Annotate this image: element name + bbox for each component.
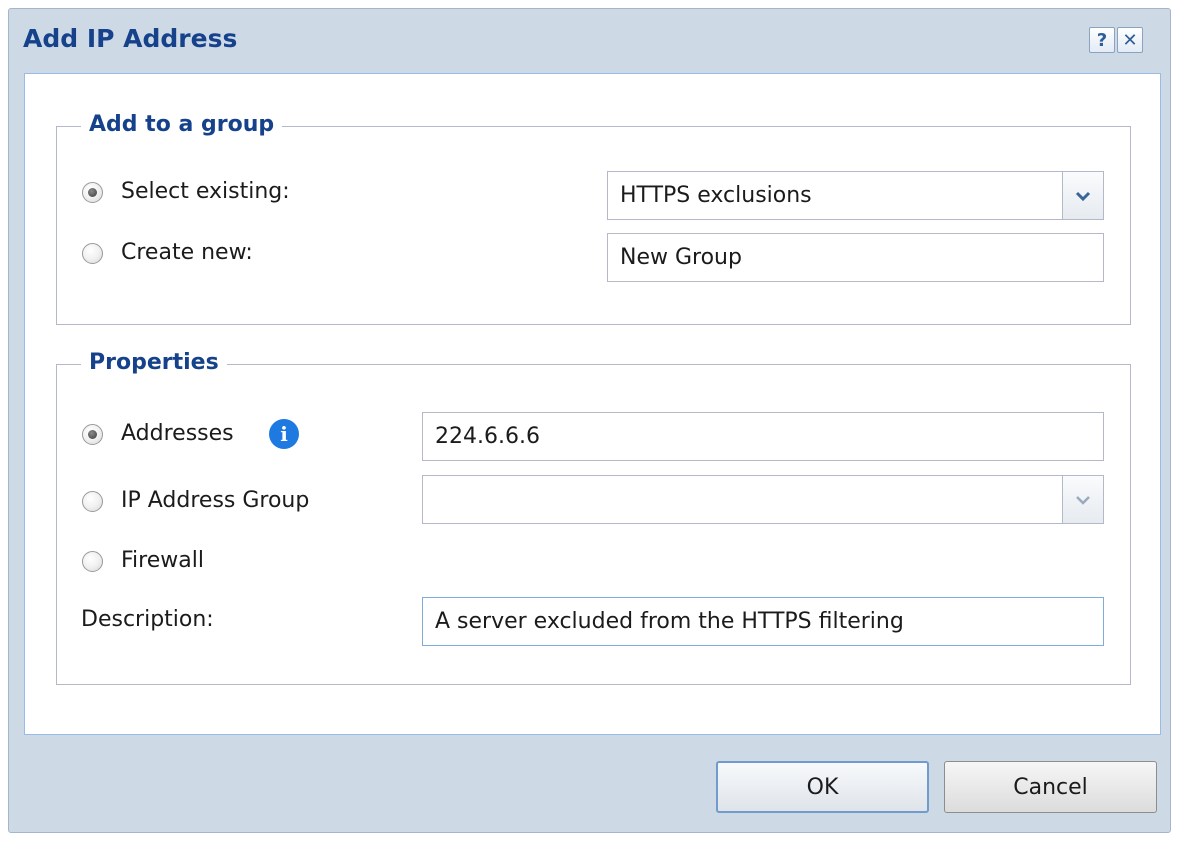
new-group-input[interactable]: New Group	[607, 233, 1104, 282]
select-existing-label[interactable]: Select existing:	[121, 179, 290, 205]
description-label: Description:	[81, 607, 214, 632]
cancel-button[interactable]: Cancel	[944, 761, 1157, 813]
properties-fieldset: Properties Addresses i 224.6.6.6 IP Addr…	[56, 349, 1131, 685]
add-to-group-legend: Add to a group	[81, 111, 283, 139]
dialog-body: Add to a group Select existing: HTTPS ex…	[24, 73, 1161, 735]
addresses-input[interactable]: 224.6.6.6	[422, 412, 1104, 461]
add-ip-address-dialog: Add IP Address ? ✕ Add to a group Select…	[8, 8, 1171, 833]
add-to-group-fieldset: Add to a group Select existing: HTTPS ex…	[56, 111, 1131, 325]
help-icon[interactable]: ?	[1089, 27, 1115, 53]
chevron-down-icon[interactable]	[1062, 476, 1103, 523]
existing-group-value: HTTPS exclusions	[620, 183, 812, 208]
addresses-label[interactable]: Addresses	[121, 421, 234, 447]
addresses-radio[interactable]	[82, 424, 103, 445]
create-new-label[interactable]: Create new:	[121, 240, 253, 266]
close-icon[interactable]: ✕	[1117, 27, 1143, 53]
create-new-radio[interactable]	[82, 243, 103, 264]
firewall-label[interactable]: Firewall	[121, 548, 204, 574]
ip-address-group-radio[interactable]	[82, 491, 103, 512]
dialog-title-bar[interactable]: Add IP Address ? ✕	[9, 9, 1170, 73]
select-existing-radio[interactable]	[82, 182, 103, 203]
properties-legend: Properties	[81, 349, 227, 377]
dialog-title: Add IP Address	[23, 24, 238, 53]
info-icon[interactable]: i	[269, 419, 299, 449]
ip-address-group-combo[interactable]	[422, 475, 1104, 524]
chevron-down-icon[interactable]	[1062, 172, 1103, 219]
ip-address-group-label[interactable]: IP Address Group	[121, 488, 309, 514]
existing-group-combo[interactable]: HTTPS exclusions	[607, 171, 1104, 220]
firewall-radio[interactable]	[82, 551, 103, 572]
ok-button[interactable]: OK	[716, 761, 929, 813]
description-input[interactable]: A server excluded from the HTTPS filteri…	[422, 597, 1104, 646]
